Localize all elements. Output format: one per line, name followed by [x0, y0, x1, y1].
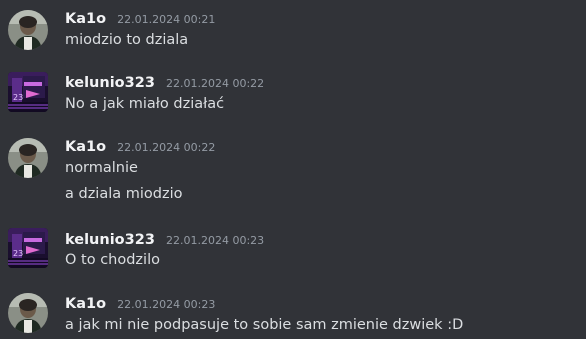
svg-text:23: 23: [13, 93, 23, 102]
message-group: 23 kelunio323 22.01.2024 00:22 No a jak …: [0, 62, 586, 122]
message-group: Ka1o 22.01.2024 00:23 a jak mi nie podpa…: [0, 288, 586, 339]
message-text: O to chodzilo: [65, 252, 160, 268]
user-avatar-photo-icon[interactable]: [8, 10, 48, 50]
user-avatar-synthwave-icon[interactable]: 23: [8, 228, 48, 268]
user-avatar-synthwave-icon[interactable]: 23: [8, 72, 48, 112]
timestamp[interactable]: 22.01.2024 00:21: [117, 13, 215, 26]
username[interactable]: Ka1o: [65, 296, 106, 312]
username[interactable]: kelunio323: [65, 75, 155, 91]
message-group: Ka1o 22.01.2024 00:21 miodzio to dziala: [0, 0, 586, 60]
message-header: kelunio323 22.01.2024 00:23: [65, 229, 264, 249]
message-text: a jak mi nie podpasuje to sobie sam zmie…: [65, 317, 464, 333]
timestamp[interactable]: 22.01.2024 00:22: [166, 77, 264, 90]
message-header: Ka1o 22.01.2024 00:22: [65, 136, 215, 156]
message-group: Ka1o 22.01.2024 00:22 normalnie a dziala…: [0, 128, 586, 212]
message-text: a dziala miodzio: [65, 186, 183, 202]
timestamp[interactable]: 22.01.2024 00:23: [117, 298, 215, 311]
message-header: Ka1o 22.01.2024 00:21: [65, 8, 215, 28]
message-header: kelunio323 22.01.2024 00:22: [65, 72, 264, 92]
timestamp[interactable]: 22.01.2024 00:22: [117, 141, 215, 154]
message-text: No a jak miało działać: [65, 96, 225, 112]
svg-text:23: 23: [13, 249, 23, 258]
timestamp[interactable]: 22.01.2024 00:23: [166, 234, 264, 247]
message-header: Ka1o 22.01.2024 00:23: [65, 293, 215, 313]
message-text: miodzio to dziala: [65, 32, 189, 48]
message-text: normalnie: [65, 160, 138, 176]
user-avatar-photo-icon[interactable]: [8, 138, 48, 178]
message-group: 23 kelunio323 22.01.2024 00:23 O to chod…: [0, 222, 586, 280]
user-avatar-photo-icon[interactable]: [8, 293, 48, 333]
username[interactable]: Ka1o: [65, 139, 106, 155]
username[interactable]: Ka1o: [65, 11, 106, 27]
username[interactable]: kelunio323: [65, 232, 155, 248]
